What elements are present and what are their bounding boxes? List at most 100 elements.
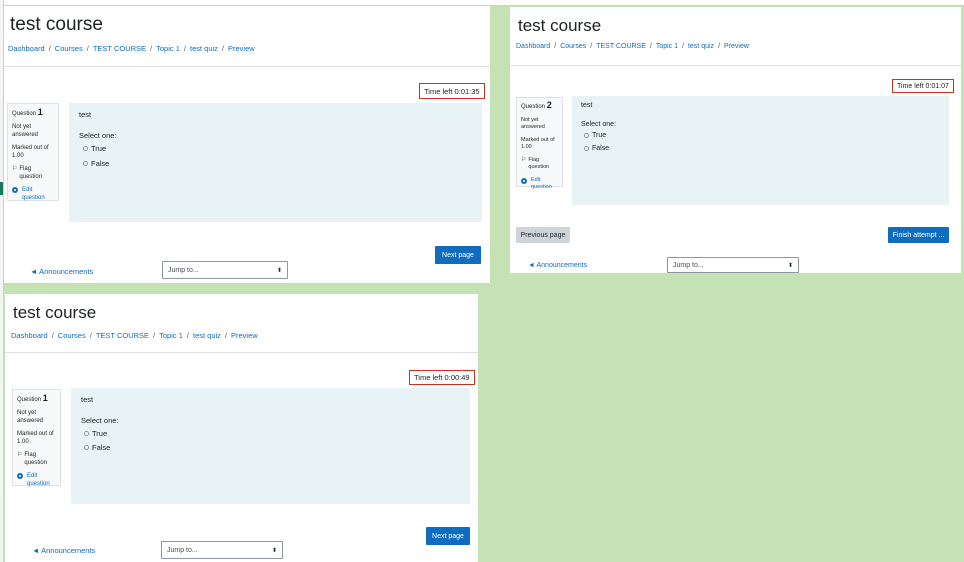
- edit-question-link[interactable]: Edit question: [17, 472, 56, 488]
- question-text: test: [81, 395, 94, 404]
- announcements-link[interactable]: ◄ Announcements: [32, 546, 95, 555]
- header-divider: [510, 65, 961, 66]
- question-marks: Marked out of: [12, 145, 49, 151]
- question-text: test: [79, 110, 92, 119]
- option-true[interactable]: True: [84, 429, 107, 438]
- quiz-screenshot-1: test course Dashboard / Courses / TEST COURS…: [4, 6, 490, 283]
- radio-button[interactable]: [83, 146, 88, 151]
- breadcrumb-separator: /: [718, 43, 721, 50]
- gear-icon: [521, 177, 527, 184]
- breadcrumb-course[interactable]: TEST COURSE: [596, 43, 646, 50]
- question-number: Question 2: [521, 100, 552, 111]
- question-status: Not yet: [521, 116, 539, 123]
- previous-page-button[interactable]: Previous page: [516, 227, 570, 243]
- page-title: test course: [518, 16, 602, 35]
- radio-button[interactable]: [83, 161, 88, 166]
- breadcrumb: Dashboard / Courses / TEST COURSE / Topic 1/te…: [8, 44, 255, 53]
- breadcrumb-quiz[interactable]: test quiz: [193, 331, 221, 340]
- breadcrumb-separator: /: [86, 44, 89, 53]
- jump-to-select[interactable]: Jump to... ⬍: [667, 257, 799, 273]
- option-false[interactable]: False: [584, 145, 609, 152]
- question-info-panel: Question 1 Not yet answered Marked out o…: [7, 103, 59, 201]
- option-true[interactable]: True: [584, 132, 606, 139]
- announcements-link[interactable]: ◄ Announcements: [528, 262, 587, 269]
- breadcrumb-quiz[interactable]: test quiz: [190, 44, 218, 53]
- answer-prompt: Select one:: [581, 121, 617, 128]
- edit-question-link[interactable]: Edit question: [12, 186, 54, 202]
- breadcrumb-quiz[interactable]: test quiz: [688, 43, 714, 50]
- question-status: Not yet: [17, 410, 37, 416]
- breadcrumb-dashboard[interactable]: Dashboard: [8, 44, 45, 53]
- select-arrows-icon: ⬍: [787, 262, 793, 269]
- header-divider: [5, 352, 478, 353]
- question-formulation: test Select one: True False: [572, 96, 949, 205]
- select-arrows-icon: ⬍: [271, 547, 277, 554]
- breadcrumb-separator: /: [186, 331, 189, 340]
- answer-prompt: Select one:: [81, 416, 119, 425]
- breadcrumb-preview[interactable]: Preview: [231, 331, 258, 340]
- page-title: test course: [10, 14, 103, 35]
- radio-button[interactable]: [584, 146, 589, 151]
- breadcrumb-separator: /: [183, 44, 186, 53]
- option-true[interactable]: True: [83, 144, 106, 153]
- breadcrumb-courses[interactable]: Courses: [55, 44, 83, 53]
- announcements-link[interactable]: ◄ Announcements: [30, 267, 93, 276]
- breadcrumb-separator: /: [89, 331, 92, 340]
- finish-attempt-button[interactable]: Finish attempt ...: [888, 227, 949, 243]
- question-info-panel: Question 1 Not yet answered Marked out o…: [12, 389, 61, 488]
- gear-icon: [17, 473, 23, 479]
- breadcrumb-separator: /: [153, 331, 156, 340]
- question-formulation: test Select one: True False: [69, 103, 482, 222]
- option-false[interactable]: False: [83, 159, 109, 168]
- breadcrumb-separator: /: [51, 331, 54, 340]
- quiz-timer: Time left 0:01:35: [419, 83, 485, 99]
- flag-question[interactable]: ⚐ Flag question: [521, 157, 558, 172]
- breadcrumb-courses[interactable]: Courses: [560, 43, 586, 50]
- option-false[interactable]: False: [84, 443, 110, 452]
- question-status: Not yet: [12, 124, 32, 130]
- flag-question[interactable]: ⚐ Flag question: [12, 165, 54, 181]
- question-number: Question 1: [12, 107, 43, 118]
- breadcrumb: Dashboard / Courses / TEST COURSE / Topic 1/te…: [11, 331, 258, 340]
- breadcrumb-preview[interactable]: Preview: [724, 43, 749, 50]
- question-marks: Marked out of: [17, 431, 54, 437]
- quiz-timer: Time left 0:00:49: [409, 370, 475, 385]
- breadcrumb-course[interactable]: TEST COURSE: [96, 331, 149, 340]
- jump-to-select[interactable]: Jump to... ⬍: [161, 541, 283, 559]
- flag-icon: ⚐: [17, 452, 23, 458]
- gear-icon: [12, 187, 18, 193]
- radio-button[interactable]: [84, 431, 89, 436]
- radio-button[interactable]: [84, 445, 89, 450]
- breadcrumb-courses[interactable]: Courses: [58, 331, 86, 340]
- breadcrumb-separator: /: [682, 43, 684, 50]
- breadcrumb-dashboard[interactable]: Dashboard: [516, 43, 550, 50]
- breadcrumb-preview[interactable]: Preview: [228, 44, 255, 53]
- breadcrumb-separator: /: [150, 44, 153, 53]
- breadcrumb-separator: /: [221, 44, 225, 53]
- next-page-button[interactable]: Next page: [435, 246, 481, 264]
- breadcrumb-course[interactable]: TEST COURSE: [93, 44, 146, 53]
- breadcrumb: Dashboard / Courses / TEST COURSE / Topic 1/te…: [516, 43, 749, 50]
- active-cell-marker: [0, 182, 3, 195]
- jump-to-select[interactable]: Jump to... ⬍: [162, 261, 288, 279]
- question-formulation: test Select one: True False: [71, 388, 470, 504]
- question-number: Question 1: [17, 393, 48, 404]
- breadcrumb-separator: /: [224, 331, 228, 340]
- select-arrows-icon: ⬍: [276, 267, 282, 274]
- breadcrumb-topic[interactable]: Topic 1: [656, 43, 678, 50]
- breadcrumb-dashboard[interactable]: Dashboard: [11, 331, 48, 340]
- breadcrumb-topic[interactable]: Topic 1: [156, 44, 180, 53]
- answer-prompt: Select one:: [79, 131, 117, 140]
- quiz-screenshot-2: test course Dashboard / Courses / TEST COURS…: [510, 7, 961, 273]
- breadcrumb-separator: /: [590, 43, 593, 50]
- breadcrumb-separator: /: [554, 43, 557, 50]
- radio-button[interactable]: [584, 133, 589, 138]
- next-page-button[interactable]: Next page: [426, 527, 470, 545]
- breadcrumb-topic[interactable]: Topic 1: [159, 331, 183, 340]
- flag-icon: ⚐: [12, 166, 18, 172]
- header-divider: [4, 66, 490, 67]
- breadcrumb-separator: /: [48, 44, 51, 53]
- edit-question-link[interactable]: Edit question: [521, 177, 558, 192]
- quiz-timer: Time left 0:01:07: [892, 79, 954, 93]
- flag-question[interactable]: ⚐ Flag question: [17, 451, 56, 467]
